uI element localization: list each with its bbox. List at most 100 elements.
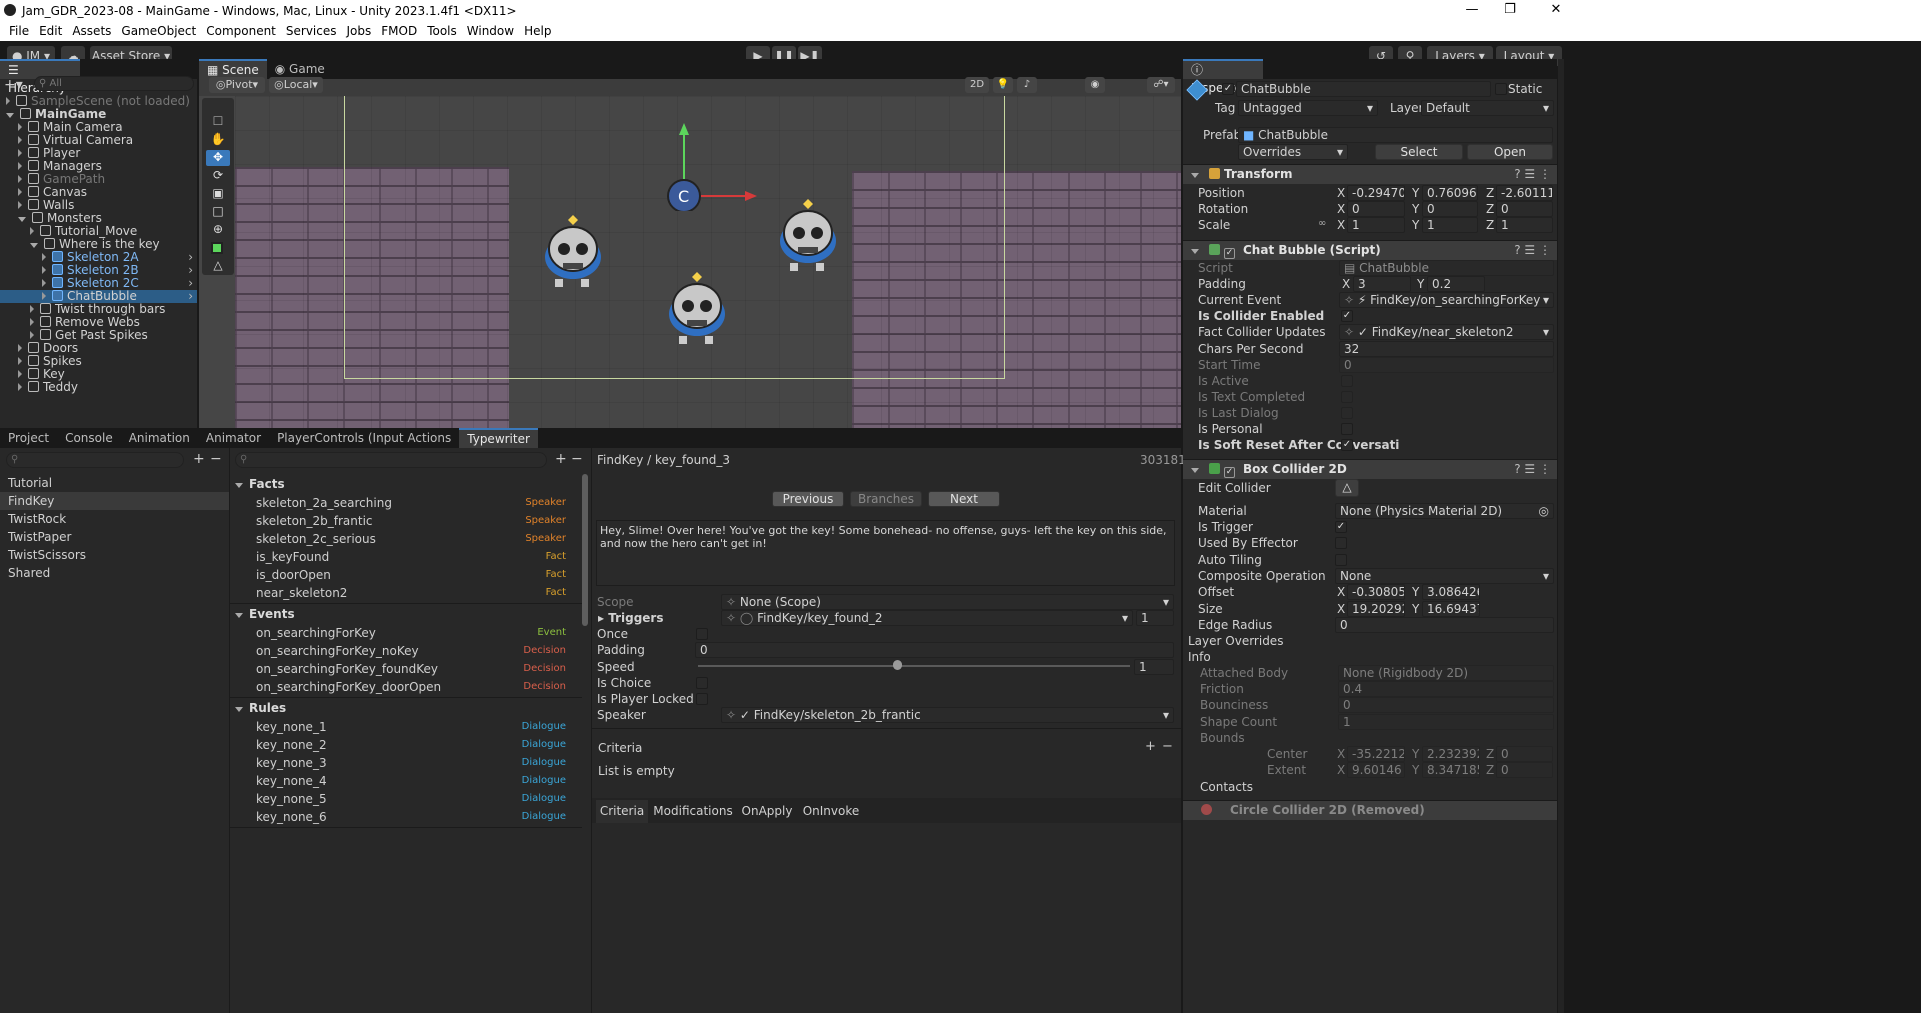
menu-item-component[interactable]: Component	[206, 24, 276, 38]
is-personal-checkbox[interactable]	[1341, 423, 1353, 435]
extent-z-field[interactable]: 0	[1496, 762, 1553, 778]
menu-item-gameobject[interactable]: GameObject	[121, 24, 196, 38]
visibility-icon[interactable]: ◉	[1085, 77, 1105, 93]
entry-item[interactable]: is_doorOpen Fact	[256, 566, 576, 584]
composite-dropdown[interactable]: None ▾	[1335, 568, 1554, 584]
hierarchy-item[interactable]: GamePath	[0, 173, 197, 186]
add-entry-button[interactable]: +	[555, 451, 567, 467]
entry-search-input[interactable]: ⚲	[235, 452, 547, 468]
entry-item[interactable]: skeleton_2b_frantic Speaker	[256, 512, 576, 530]
entry-item[interactable]: key_none_3 Dialogue	[256, 754, 576, 772]
subtab-oninvoke[interactable]: OnInvoke	[800, 800, 862, 823]
category-search-input[interactable]: ⚲	[6, 452, 184, 468]
expand-arrow-icon[interactable]	[42, 266, 46, 274]
expand-arrow-icon[interactable]	[6, 113, 14, 118]
category-item[interactable]: Tutorial	[0, 474, 229, 492]
expand-arrow-icon[interactable]	[18, 357, 22, 365]
padding-field[interactable]: 0	[695, 642, 1174, 658]
category-item[interactable]: TwistScissors	[0, 546, 229, 564]
component-menu-icon[interactable]: ? ☰ ⋮	[1514, 460, 1551, 479]
object-name-field[interactable]: ChatBubble	[1236, 81, 1491, 97]
hierarchy-item[interactable]: Canvas	[0, 186, 197, 199]
text-completed-checkbox[interactable]	[1341, 391, 1353, 403]
extent-x-field[interactable]: 9.60146	[1347, 762, 1405, 778]
tab-game[interactable]: ◉ Game	[266, 59, 333, 79]
triggers-field[interactable]: ✧ ◯ FindKey/key_found_2 ▾	[721, 610, 1133, 626]
menu-item-help[interactable]: Help	[524, 24, 551, 38]
menu-item-file[interactable]: File	[9, 24, 29, 38]
category-item[interactable]: FindKey	[0, 492, 229, 510]
expand-arrow-icon[interactable]	[18, 136, 22, 144]
size-y-field[interactable]: 16.69437	[1422, 601, 1480, 617]
mode-2d-button[interactable]: 2D	[965, 77, 989, 93]
script-field[interactable]: ▤ ChatBubble	[1339, 260, 1554, 276]
speed-slider-track[interactable]	[698, 665, 1130, 667]
current-event-field[interactable]: ✧ ⚡ FindKey/on_searchingForKey ▾	[1339, 292, 1554, 308]
entry-item[interactable]: skeleton_2c_serious Speaker	[256, 530, 576, 548]
view-tool-icon[interactable]: ☐	[206, 114, 230, 130]
transform-tool-icon[interactable]: ⊕	[206, 222, 230, 238]
menu-item-jobs[interactable]: Jobs	[347, 24, 372, 38]
expand-arrow-icon[interactable]	[18, 162, 22, 170]
triggers-foldout[interactable]: ▸ Triggers	[598, 610, 663, 626]
once-checkbox[interactable]	[696, 628, 708, 640]
chars-per-second-field[interactable]: 32	[1339, 341, 1554, 357]
menu-item-assets[interactable]: Assets	[72, 24, 111, 38]
expand-arrow-icon[interactable]	[18, 149, 22, 157]
expand-arrow-icon[interactable]	[18, 123, 22, 131]
rotation-z-field[interactable]: 0	[1496, 201, 1553, 217]
subtab-modifications[interactable]: Modifications	[652, 800, 734, 823]
remove-criteria-button[interactable]: −	[1162, 739, 1173, 754]
entry-item[interactable]: key_none_2 Dialogue	[256, 736, 576, 754]
center-y-field[interactable]: 2.232392	[1422, 746, 1480, 762]
category-item[interactable]: TwistRock	[0, 510, 229, 528]
speaker-field[interactable]: ✧ ✓ FindKey/skeleton_2b_frantic ▾	[721, 707, 1174, 723]
scale-z-field[interactable]: 1	[1496, 217, 1553, 233]
friction-field[interactable]: 0.4	[1338, 681, 1554, 697]
last-dialog-checkbox[interactable]	[1341, 407, 1353, 419]
hierarchy-item[interactable]: Get Past Spikes	[0, 329, 197, 342]
active-checkbox[interactable]: ✓	[1222, 83, 1234, 95]
move-gizmo[interactable]: C	[659, 121, 769, 211]
padding-x-field[interactable]: 3	[1353, 276, 1411, 292]
inspector-scrollbar[interactable]	[1558, 59, 1564, 1013]
extent-y-field[interactable]: 8.347185	[1422, 762, 1480, 778]
triggers-count[interactable]: 1	[1136, 610, 1174, 626]
expand-arrow-icon[interactable]	[18, 344, 22, 352]
add-object-button[interactable]: +▾	[4, 77, 23, 93]
position-z-field[interactable]: -2.601112	[1496, 185, 1553, 201]
menu-item-fmod[interactable]: FMOD	[381, 24, 417, 38]
chevron-right-icon[interactable]: ›	[188, 290, 193, 303]
subtab-onapply[interactable]: OnApply	[738, 800, 796, 823]
tab-inspector[interactable]: ⓘ Inspector	[1183, 59, 1263, 95]
entry-item[interactable]: on_searchingForKey_noKey Decision	[256, 642, 576, 660]
dialogue-text-area[interactable]: Hey, Slime! Over here! You've got the ke…	[596, 520, 1175, 586]
branches-button[interactable]: Branches	[850, 491, 922, 507]
audio-icon[interactable]: ♪	[1017, 77, 1037, 93]
scope-field[interactable]: ✧ None (Scope) ▾	[721, 594, 1174, 610]
enabled-checkbox[interactable]: ✓	[1224, 248, 1235, 259]
expand-arrow-icon[interactable]	[30, 331, 34, 339]
rect-tool-icon[interactable]: □	[206, 204, 230, 220]
entry-item[interactable]: key_none_4 Dialogue	[256, 772, 576, 790]
shape-count-field[interactable]: 1	[1338, 714, 1554, 730]
entry-scrollbar[interactable]	[582, 474, 588, 626]
start-time-field[interactable]: 0	[1339, 357, 1554, 373]
tab-animator[interactable]: Animator	[197, 428, 270, 448]
select-button[interactable]: Select	[1375, 144, 1463, 160]
remove-category-button[interactable]: −	[210, 451, 222, 467]
local-dropdown[interactable]: ◎Local▾	[269, 77, 323, 93]
open-button[interactable]: Open	[1467, 144, 1553, 160]
expand-arrow-icon[interactable]	[30, 305, 34, 313]
maximize-button[interactable]: ❐	[1487, 0, 1533, 21]
hierarchy-item[interactable]: Virtual Camera	[0, 134, 197, 147]
lighting-icon[interactable]: 💡	[993, 77, 1013, 93]
gizmos-icon[interactable]: ☍▾	[1147, 77, 1175, 93]
offset-y-field[interactable]: 3.086426	[1422, 584, 1480, 600]
pivot-dropdown[interactable]: ◎Pivot▾	[209, 77, 265, 93]
hierarchy-item[interactable]: Doors	[0, 342, 197, 355]
center-z-field[interactable]: 0	[1496, 746, 1553, 762]
enabled-checkbox[interactable]: ✓	[1224, 467, 1235, 478]
center-x-field[interactable]: -35.22127	[1347, 746, 1405, 762]
entry-item[interactable]: is_keyFound Fact	[256, 548, 576, 566]
